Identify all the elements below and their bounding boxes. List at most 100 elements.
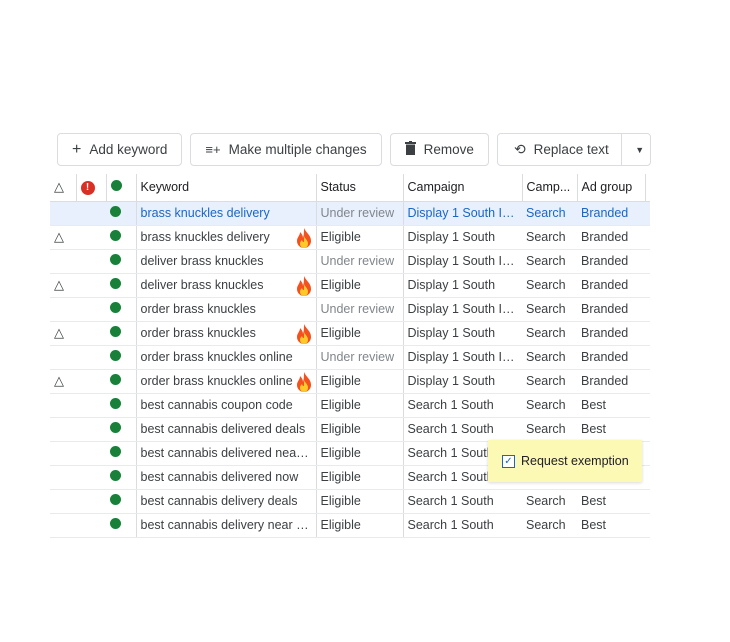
keyword-column-header[interactable]: Keyword	[136, 174, 317, 202]
error-cell	[76, 345, 106, 370]
next-column-header[interactable]	[645, 174, 650, 202]
toolbar: + Add keyword ≡+ Make multiple changes Rem…	[57, 133, 651, 166]
keyword-cell[interactable]: order brass knuckles	[136, 321, 317, 346]
campaign-cell[interactable]: Display 1 South IMP	[403, 345, 522, 370]
keyword-cell[interactable]: brass knuckles delivery	[136, 225, 317, 250]
find-replace-icon: ⟲	[513, 141, 526, 157]
campaign-cell[interactable]: Display 1 South	[403, 225, 522, 250]
status-cell: Under review	[316, 345, 404, 370]
error-icon: !	[80, 181, 95, 196]
ad-group-column-header[interactable]: Ad group	[577, 174, 646, 202]
keyword-cell[interactable]: order brass knuckles online	[136, 345, 317, 370]
status-dot-cell	[106, 321, 137, 346]
campaign-cell[interactable]: Display 1 South	[403, 321, 522, 346]
campaign-cell[interactable]: Display 1 South IMP	[403, 201, 522, 226]
remove-button[interactable]: Remove	[389, 133, 489, 166]
replace-text-dropdown[interactable]: ▼	[630, 145, 650, 155]
status-cell: Eligible	[316, 369, 404, 394]
table-row[interactable]: best cannabis coupon code Eligible Search …	[50, 393, 650, 418]
ad-group-cell[interactable]: Branded	[577, 321, 645, 346]
ad-group-cell[interactable]: Branded	[577, 201, 645, 226]
add-keyword-button[interactable]: + Add keyword	[57, 133, 183, 166]
status-column-header[interactable]: Status	[316, 174, 404, 202]
ad-group-cell[interactable]: Best	[577, 417, 645, 442]
ad-group-cell[interactable]: Branded	[577, 273, 645, 298]
ad-group-cell[interactable]: Branded	[577, 369, 645, 394]
request-exemption-label: Request exemption	[521, 454, 629, 468]
ad-group-cell[interactable]: Branded	[577, 345, 645, 370]
table-row[interactable]: order brass knuckles online Under review D…	[50, 345, 650, 370]
request-exemption-checkbox[interactable]: ✓	[502, 454, 515, 468]
campaign-cell[interactable]: Search 1 South	[403, 489, 522, 514]
error-cell	[76, 489, 106, 514]
warning-cell	[50, 393, 76, 418]
error-cell	[76, 441, 106, 466]
ad-group-cell[interactable]: Best	[577, 513, 645, 538]
table-row[interactable]: △ order brass knuckles Eligible Display 1 S…	[50, 321, 650, 346]
status-cell: Eligible	[316, 441, 404, 466]
error-column-header[interactable]: !	[76, 174, 107, 202]
keyword-cell[interactable]: best cannabis delivered deals	[136, 417, 317, 442]
status-dot-cell	[106, 393, 137, 418]
status-dot-cell	[106, 297, 137, 322]
table-row[interactable]: △ deliver brass knuckles Eligible Display 1…	[50, 273, 650, 298]
table-row[interactable]: △ order brass knuckles online Eligible Disp…	[50, 369, 650, 394]
campaign-cell[interactable]: Search 1 South	[403, 513, 522, 538]
keyword-cell[interactable]: best cannabis delivery deals	[136, 489, 317, 514]
ad-group-cell[interactable]: Branded	[577, 297, 645, 322]
ad-group-cell[interactable]: Branded	[577, 249, 645, 274]
enabled-dot-icon	[110, 422, 121, 433]
campaign-cell[interactable]: Search 1 South	[403, 393, 522, 418]
status-cell: Eligible	[316, 417, 404, 442]
campaign-cell[interactable]: Display 1 South	[403, 369, 522, 394]
status-dot-icon	[110, 180, 122, 192]
next-cell	[645, 297, 650, 322]
campaign-type-column-header[interactable]: Camp...	[522, 174, 578, 202]
ad-group-cell[interactable]: Best	[577, 393, 645, 418]
table-row[interactable]: brass knuckles delivery Under review Displ…	[50, 201, 650, 226]
error-cell	[76, 225, 106, 250]
campaign-type-cell: Search	[522, 321, 577, 346]
campaign-cell[interactable]: Display 1 South IMP	[403, 297, 522, 322]
keyword-cell[interactable]: best cannabis delivered now	[136, 465, 317, 490]
keyword-cell[interactable]: deliver brass knuckles	[136, 273, 317, 298]
keyword-cell[interactable]: best cannabis delivery near me	[136, 513, 317, 538]
enabled-dot-icon	[110, 398, 121, 409]
keyword-cell[interactable]: best cannabis coupon code	[136, 393, 317, 418]
plus-icon: +	[72, 140, 82, 158]
table-row[interactable]: order brass knuckles Under review Display …	[50, 297, 650, 322]
enabled-dot-icon	[110, 302, 121, 313]
status-cell: Eligible	[316, 513, 404, 538]
table-row[interactable]: △ brass knuckles delivery Eligible Display …	[50, 225, 650, 250]
table-row[interactable]: best cannabis delivery near me Eligible Se…	[50, 513, 650, 538]
status-cell: Under review	[316, 249, 404, 274]
campaign-type-cell: Search	[522, 345, 577, 370]
replace-text-button-group: ⟲ Replace text ▼	[496, 133, 651, 166]
next-cell	[645, 201, 650, 226]
table-row[interactable]: deliver brass knuckles Under review Displa…	[50, 249, 650, 274]
ad-group-cell[interactable]: Branded	[577, 225, 645, 250]
ad-group-cell[interactable]: Best	[577, 489, 645, 514]
campaign-cell[interactable]: Display 1 South IMP	[403, 249, 522, 274]
table-row[interactable]: best cannabis delivery deals Eligible Sear…	[50, 489, 650, 514]
enabled-dot-icon	[110, 326, 121, 337]
make-multiple-changes-button[interactable]: ≡+ Make multiple changes	[190, 133, 382, 166]
keyword-cell[interactable]: order brass knuckles	[136, 297, 317, 322]
next-cell	[645, 369, 650, 394]
campaign-column-header[interactable]: Campaign	[403, 174, 523, 202]
next-cell	[645, 465, 650, 490]
table-row[interactable]: best cannabis delivered deals Eligible Sea…	[50, 417, 650, 442]
warning-column-header[interactable]: △	[50, 174, 77, 202]
trash-icon	[404, 141, 416, 158]
keyword-cell[interactable]: best cannabis delivered near ...	[136, 441, 317, 466]
campaign-cell[interactable]: Search 1 South	[403, 417, 522, 442]
keyword-cell[interactable]: brass knuckles delivery	[136, 201, 317, 226]
keyword-cell[interactable]: deliver brass knuckles	[136, 249, 317, 274]
warning-cell: △	[50, 321, 76, 346]
keyword-cell[interactable]: order brass knuckles online	[136, 369, 317, 394]
replace-text-button[interactable]: ⟲ Replace text	[498, 134, 622, 165]
status-dot-column-header[interactable]	[106, 174, 137, 202]
status-dot-cell	[106, 513, 137, 538]
status-cell: Eligible	[316, 393, 404, 418]
campaign-cell[interactable]: Display 1 South	[403, 273, 522, 298]
